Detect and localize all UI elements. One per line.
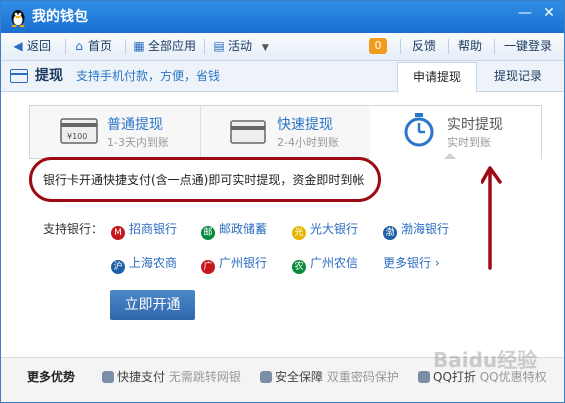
grid-icon: ▦ bbox=[133, 39, 145, 53]
tab-apply-withdraw[interactable]: 申请提现 bbox=[397, 62, 477, 93]
nav-divider bbox=[494, 39, 495, 54]
normal-withdraw-title: 普通提现 bbox=[107, 117, 163, 133]
srcb-logo-icon: 沪 bbox=[111, 260, 125, 274]
nav-divider bbox=[125, 39, 126, 54]
home-button[interactable]: ⌂ 首页 bbox=[72, 33, 112, 60]
card-amount-text: ¥100 bbox=[67, 132, 87, 141]
bank-name: 招商银行 bbox=[129, 222, 178, 236]
slogan: 支持手机付款，方便，省钱 bbox=[76, 69, 221, 83]
advantage-detail: 无需跳转网银 bbox=[168, 370, 241, 384]
activities-label: 活动 bbox=[228, 39, 253, 53]
bank-psbc[interactable]: 邮邮政储蓄 bbox=[201, 220, 267, 240]
realtime-withdraw-option[interactable]: 实时提现 实时到账 bbox=[370, 106, 541, 160]
nav-bar: ◀ 返回 ⌂ 首页 ▦ 全部应用 ▤ 活动 ▼ 反馈 帮助 一键登录 bbox=[1, 33, 564, 61]
title-bar: 我的钱包 — ✕ bbox=[1, 1, 564, 33]
bank-name: 上海农商 bbox=[129, 256, 178, 270]
card-icon bbox=[10, 69, 28, 83]
bank-gzcb[interactable]: 广广州银行 bbox=[201, 254, 267, 274]
realtime-withdraw-title: 实时提现 bbox=[447, 117, 503, 133]
more-banks-link[interactable]: 更多银行 › bbox=[383, 254, 440, 271]
window-title: 我的钱包 bbox=[32, 9, 88, 25]
watermark: Baidu经验 bbox=[433, 348, 538, 372]
open-now-button[interactable]: 立即开通 bbox=[110, 290, 195, 320]
supported-banks-label: 支持银行： bbox=[43, 222, 104, 236]
withdraw-method-selector: ¥100 普通提现 1-3天内到账 快速提现 2-4小时到账 实时提现 实时到账 bbox=[29, 105, 542, 160]
advantage-label: 安全保障 bbox=[275, 370, 324, 384]
stopwatch-icon bbox=[404, 113, 434, 147]
bank-name: 光大银行 bbox=[310, 222, 359, 236]
notification-badge[interactable]: 0 bbox=[369, 38, 387, 54]
cbhb-logo-icon: 渤 bbox=[383, 226, 397, 240]
bank-name: 邮政储蓄 bbox=[219, 222, 268, 236]
lock-icon bbox=[260, 371, 272, 383]
advantage-label: 快捷支付 bbox=[117, 370, 166, 384]
annotation-oval bbox=[29, 157, 381, 202]
advantage-security: 安全保障 双重密码保护 bbox=[260, 368, 399, 385]
bank-card-icon: ¥100 bbox=[60, 118, 98, 144]
activity-icon: ▤ bbox=[213, 39, 225, 53]
fast-withdraw-option[interactable]: 快速提现 2-4小时到账 bbox=[200, 106, 371, 158]
fast-withdraw-title: 快速提现 bbox=[277, 117, 333, 133]
wallet-icon bbox=[230, 120, 266, 144]
back-arrow-icon: ◀ bbox=[13, 39, 23, 53]
bank-ceb[interactable]: 光光大银行 bbox=[292, 220, 358, 240]
fast-withdraw-subtitle: 2-4小时到账 bbox=[277, 136, 339, 149]
qq-icon bbox=[418, 371, 430, 383]
qq-penguin-icon bbox=[11, 10, 25, 27]
chevron-down-icon: ▼ bbox=[261, 43, 269, 53]
nav-divider bbox=[65, 39, 66, 54]
home-label: 首页 bbox=[88, 39, 113, 53]
bank-grcb[interactable]: 农广州农信 bbox=[292, 254, 358, 274]
advantage-quickpay: 快捷支付 无需跳转网银 bbox=[102, 368, 241, 385]
selected-pointer bbox=[444, 153, 456, 159]
tab-withdraw-records[interactable]: 提现记录 bbox=[479, 62, 557, 91]
grcb-logo-icon: 农 bbox=[292, 260, 306, 274]
all-apps-label: 全部应用 bbox=[148, 39, 197, 53]
minimize-button[interactable]: — bbox=[515, 5, 535, 23]
cmb-logo-icon: M bbox=[111, 226, 125, 240]
bank-srcb[interactable]: 沪上海农商 bbox=[111, 254, 177, 274]
bank-name: 广州银行 bbox=[219, 256, 268, 270]
psbc-logo-icon: 邮 bbox=[201, 226, 215, 240]
help-link[interactable]: 帮助 bbox=[458, 33, 482, 60]
advantage-detail: 双重密码保护 bbox=[326, 370, 399, 384]
close-button[interactable]: ✕ bbox=[539, 5, 559, 23]
page-title: 提现 bbox=[35, 68, 63, 84]
nav-divider bbox=[400, 39, 401, 54]
annotation-up-arrow bbox=[481, 166, 502, 270]
nav-divider bbox=[204, 39, 205, 54]
feedback-link[interactable]: 反馈 bbox=[412, 33, 436, 60]
back-label: 返回 bbox=[27, 39, 52, 53]
bank-name: 渤海银行 bbox=[401, 222, 450, 236]
bank-name: 广州农信 bbox=[310, 256, 359, 270]
back-button[interactable]: ◀ 返回 bbox=[11, 33, 51, 60]
all-apps-button[interactable]: ▦ 全部应用 bbox=[132, 33, 196, 60]
one-click-login-link[interactable]: 一键登录 bbox=[504, 33, 552, 60]
normal-withdraw-subtitle: 1-3天内到账 bbox=[107, 136, 169, 149]
gzcb-logo-icon: 广 bbox=[201, 260, 215, 274]
home-icon: ⌂ bbox=[75, 39, 83, 53]
ceb-logo-icon: 光 bbox=[292, 226, 306, 240]
bank-cbhb[interactable]: 渤渤海银行 bbox=[383, 220, 449, 240]
normal-withdraw-option[interactable]: ¥100 普通提现 1-3天内到账 bbox=[30, 106, 201, 158]
wallet-window: 我的钱包 — ✕ ◀ 返回 ⌂ 首页 ▦ 全部应用 ▤ 活动 ▼ 反馈 帮助 一键登录 … bbox=[0, 0, 565, 403]
advantages-title: 更多优势 bbox=[27, 370, 76, 384]
bank-cmb[interactable]: M 招商银行 bbox=[111, 220, 177, 240]
realtime-withdraw-subtitle: 实时到账 bbox=[447, 136, 491, 149]
quickpay-icon bbox=[102, 371, 114, 383]
activities-dropdown[interactable]: ▤ 活动 ▼ bbox=[212, 33, 269, 60]
nav-divider bbox=[448, 39, 449, 54]
